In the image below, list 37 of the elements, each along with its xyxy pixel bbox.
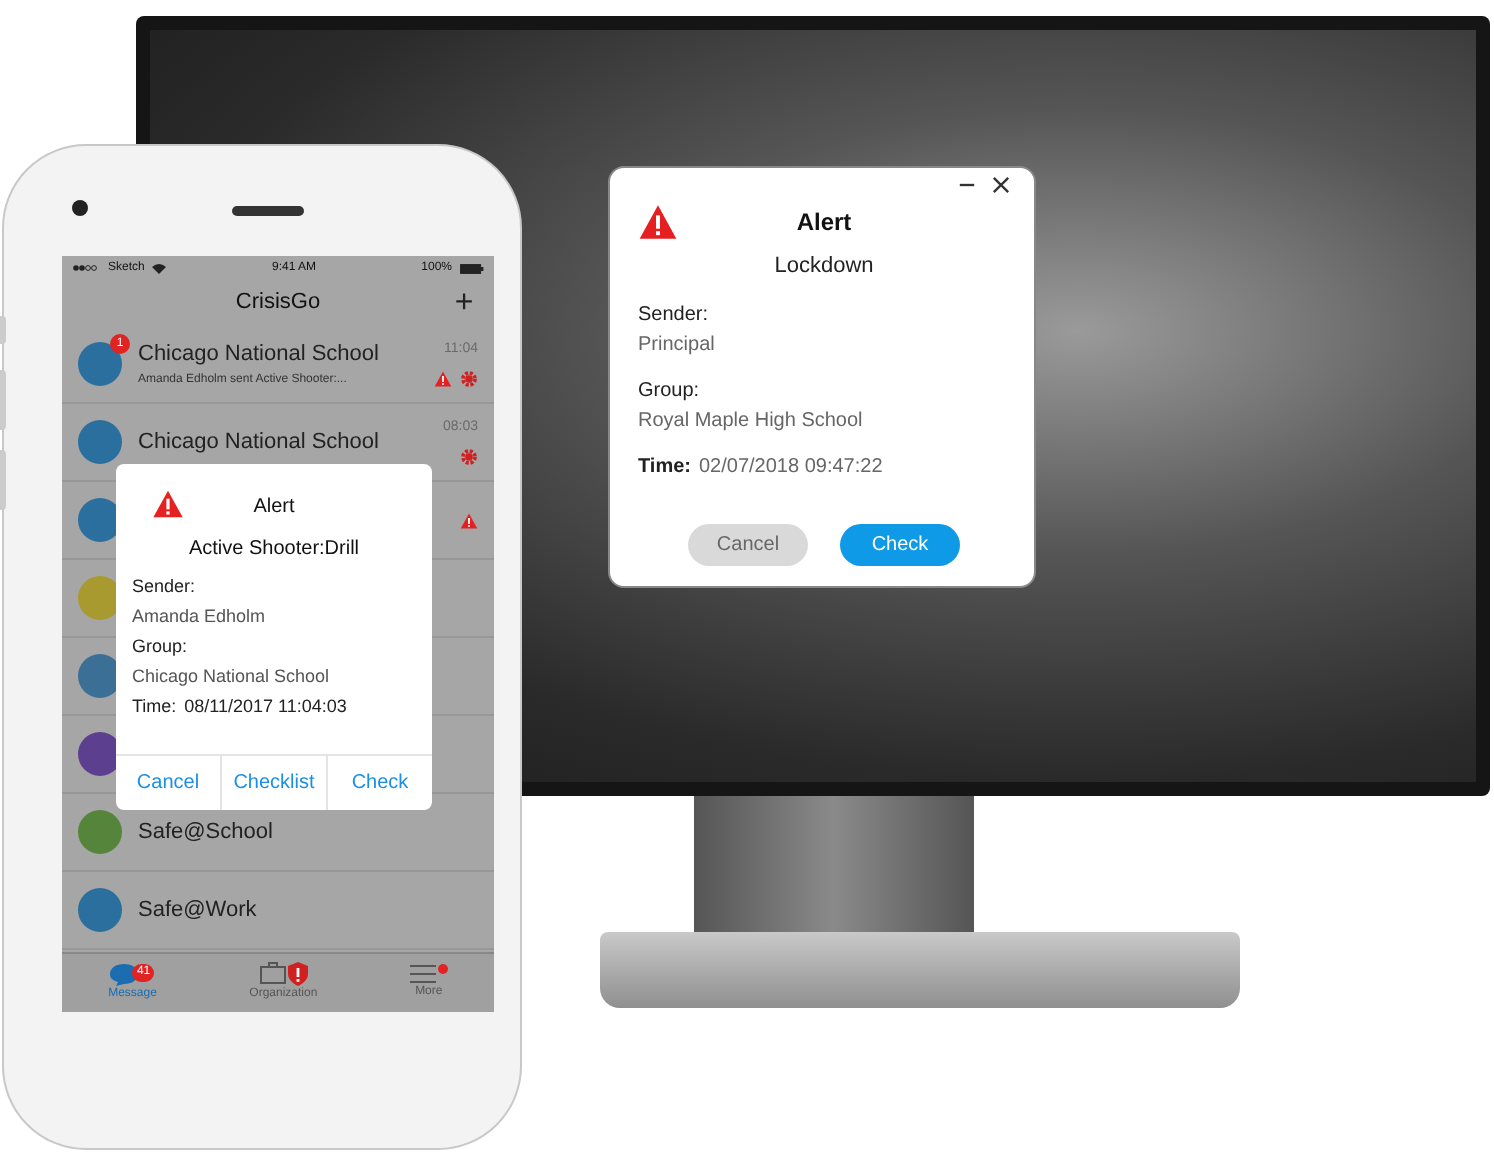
field-value: 02/07/2018 09:47:22	[699, 453, 883, 481]
warning-icon	[638, 202, 678, 242]
dialog-button[interactable]: Checklist	[220, 756, 326, 810]
alert-title: Alert	[794, 206, 854, 240]
battery-icon	[460, 263, 484, 273]
add-button[interactable]: +	[450, 287, 478, 319]
camera-icon	[72, 200, 88, 216]
field-label: Group:	[638, 377, 700, 405]
chat-name[interactable]: Safe@School	[138, 815, 462, 849]
warning-icon	[152, 488, 184, 520]
field-value: Royal Maple High School	[638, 407, 863, 435]
field-label: Time:	[132, 694, 177, 720]
field-label: Sender:	[132, 574, 196, 600]
wifi-icon	[152, 263, 167, 273]
field-value: Chicago National School	[132, 664, 330, 690]
chat-name[interactable]: Chicago National School	[138, 338, 418, 372]
field-value: Amanda Edholm	[132, 604, 266, 630]
signal-icon	[72, 264, 100, 272]
close-icon[interactable]	[992, 176, 1010, 194]
briefcase-icon	[259, 962, 286, 984]
field-label: Group:	[132, 634, 188, 660]
dialog-button[interactable]: Check	[326, 756, 432, 810]
field-label: Sender:	[638, 301, 709, 329]
chat-name[interactable]: Chicago National School	[138, 425, 427, 459]
chat-name[interactable]: Safe@Work	[138, 893, 462, 927]
menu-icon	[409, 964, 436, 984]
dialog-button[interactable]: Cancel	[116, 756, 220, 810]
field-label: Time:	[638, 453, 691, 481]
speaker-icon	[232, 206, 304, 216]
field-value: 08/11/2017 11:04:03	[184, 694, 347, 720]
alert-title: Alert	[253, 496, 295, 518]
cancel-button[interactable]: Cancel	[688, 524, 808, 566]
alert-subtitle: Active Shooter:Drill	[188, 536, 360, 564]
field-value: Principal	[638, 331, 715, 359]
app-title: CrisisGo	[235, 290, 321, 315]
check-button[interactable]: Check	[840, 524, 960, 566]
alert-subtitle: Lockdown	[774, 252, 874, 282]
